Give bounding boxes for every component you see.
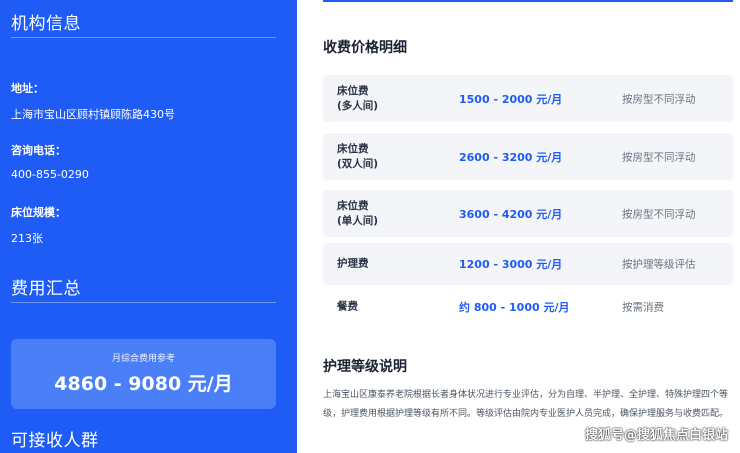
address-label: 地址： <box>11 82 44 95</box>
institution-panel: 机构信息 地址： 上海市宝山区顾村镇顾陈路430号 咨询电话： 400-855-… <box>0 0 297 453</box>
watermark: 搜狐号@搜狐焦点白银站 <box>584 428 728 443</box>
care-description: 上海宝山区康泰养老院根据长者身体状况进行专业评估，分为自理、半护理、全护理、特殊… <box>323 390 729 419</box>
fee-note: 按房型不同浮动 <box>622 93 696 105</box>
fee-row: 床位费 (单人间) 3600 - 4200 元/月 按房型不同浮动 <box>323 190 733 237</box>
fee-name-line2: (双人间) <box>337 157 379 170</box>
fee-price: 1200 - 3000 元/月 <box>459 258 563 271</box>
fee-name-line2: (单人间) <box>337 214 379 227</box>
summary-amount: 4860 - 9080 元/月 <box>54 373 233 395</box>
fee-name-line1: 床位费 <box>337 142 369 155</box>
fee-note: 按房型不同浮动 <box>622 151 696 163</box>
audience-title: 可接收人群 <box>11 431 99 451</box>
fee-row: 床位费 (双人间) 2600 - 3200 元/月 按房型不同浮动 <box>323 133 733 180</box>
fees-title: 收费价格明细 <box>323 40 407 56</box>
summary-card: 月综合费用参考 4860 - 9080 元/月 <box>11 339 276 409</box>
institution-title: 机构信息 <box>11 14 81 34</box>
fee-name-line2: (多人间) <box>337 99 379 112</box>
fee-name-line1: 床位费 <box>337 84 369 97</box>
fee-name: 床位费 (双人间) <box>337 142 378 172</box>
fee-price: 3600 - 4200 元/月 <box>459 207 563 221</box>
address-value: 上海市宝山区顾村镇顾陈路430号 <box>11 108 175 121</box>
fee-note: 按房型不同浮动 <box>622 208 696 220</box>
summary-caption: 月综合费用参考 <box>111 354 175 364</box>
phone-label: 咨询电话： <box>11 144 66 157</box>
beds-value: 213张 <box>11 232 43 245</box>
care-title: 护理等级说明 <box>323 359 407 375</box>
fee-name: 护理费 <box>337 257 369 270</box>
fee-row: 餐费 约 800 - 1000 元/月 按需消费 <box>323 287 733 327</box>
fee-detail-panel: 收费价格明细 床位费 (多人间) 1500 - 2000 元/月 按房型不同浮动… <box>297 0 740 453</box>
summary-title: 费用汇总 <box>11 279 81 299</box>
summary-divider <box>11 302 276 303</box>
fee-name: 餐费 <box>337 300 358 313</box>
fee-name: 床位费 (单人间) <box>337 199 378 229</box>
fee-note: 按需消费 <box>622 301 664 314</box>
top-rule <box>323 0 733 2</box>
fee-note: 按护理等级评估 <box>622 258 696 271</box>
beds-label: 床位规模： <box>11 206 66 219</box>
fee-price: 约 800 - 1000 元/月 <box>459 301 570 314</box>
fee-name: 床位费 (多人间) <box>337 84 378 114</box>
fee-row: 护理费 1200 - 3000 元/月 按护理等级评估 <box>323 243 733 285</box>
phone-value[interactable]: 400-855-0290 <box>11 168 89 181</box>
institution-divider <box>11 37 276 38</box>
fee-price: 2600 - 3200 元/月 <box>459 150 563 164</box>
fee-price: 1500 - 2000 元/月 <box>459 92 563 106</box>
fee-row: 床位费 (多人间) 1500 - 2000 元/月 按房型不同浮动 <box>323 75 733 122</box>
fee-name-line1: 床位费 <box>337 199 369 212</box>
